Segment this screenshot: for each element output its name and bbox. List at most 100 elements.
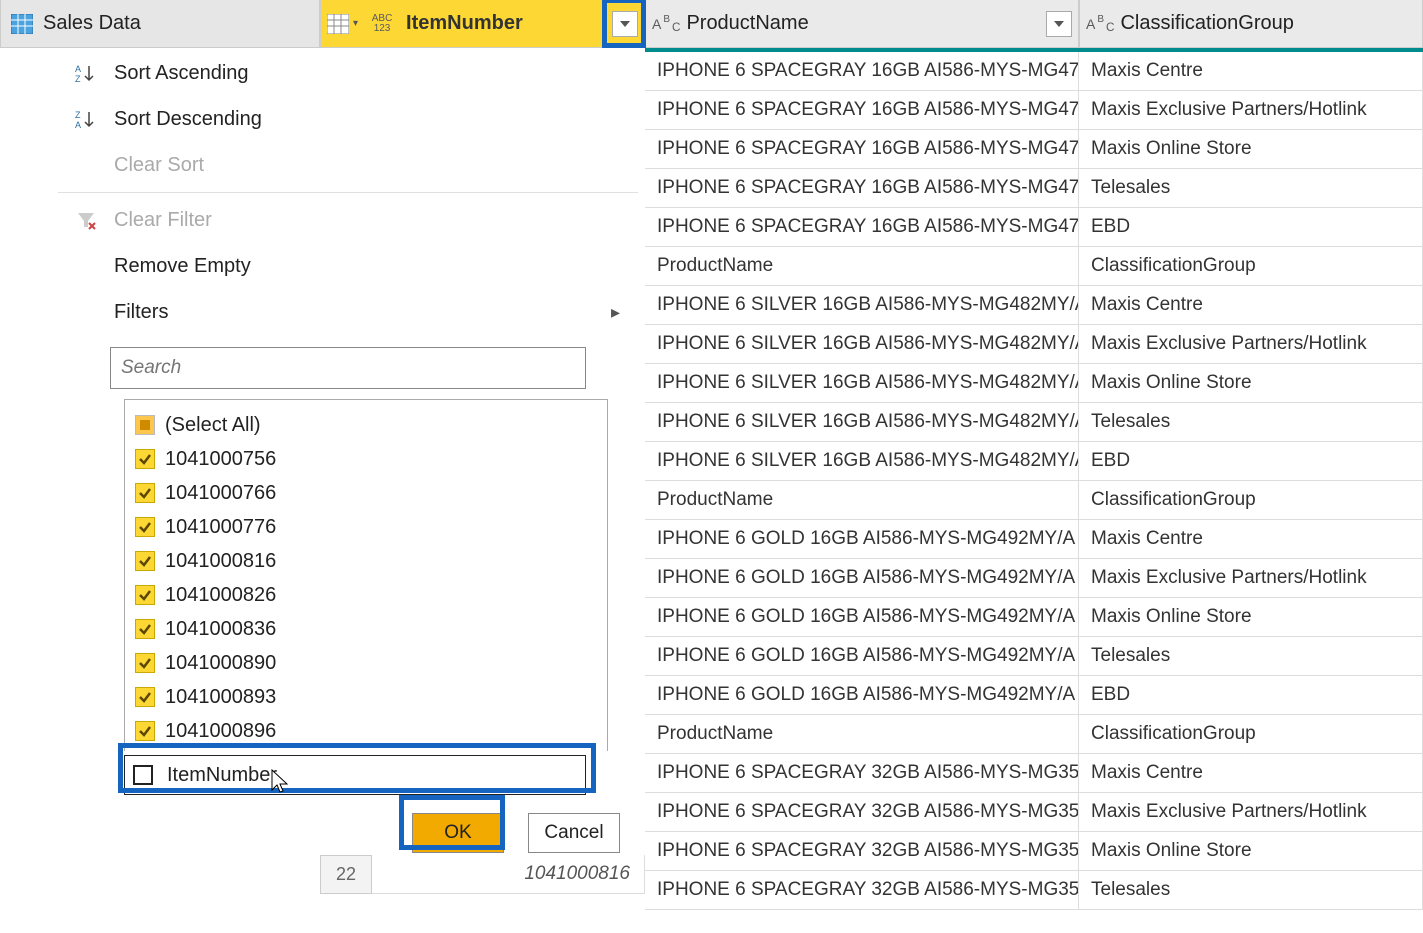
table-row[interactable]: IPHONE 6 SILVER 16GB AI586-MYS-MG482MY/A…: [645, 325, 1423, 364]
cell-classificationgroup[interactable]: ClassificationGroup: [1079, 715, 1423, 754]
checkbox-checked-icon[interactable]: [135, 585, 155, 605]
table-row[interactable]: IPHONE 6 SPACEGRAY 32GB AI586-MYS-MG352.…: [645, 754, 1423, 793]
cell-productname[interactable]: ProductName: [645, 247, 1079, 286]
checkbox-checked-icon[interactable]: [135, 449, 155, 469]
cell-classificationgroup[interactable]: Maxis Exclusive Partners/Hotlink: [1079, 793, 1423, 832]
cell-classificationgroup[interactable]: ClassificationGroup: [1079, 481, 1423, 520]
table-row[interactable]: ProductNameClassificationGroup: [645, 481, 1423, 520]
table-row[interactable]: IPHONE 6 SILVER 16GB AI586-MYS-MG482MY/A…: [645, 364, 1423, 403]
filter-value-row[interactable]: 1041000766: [135, 476, 607, 510]
cell-productname[interactable]: IPHONE 6 SPACEGRAY 32GB AI586-MYS-MG352.…: [645, 793, 1079, 832]
checkbox-checked-icon[interactable]: [135, 653, 155, 673]
cell-productname[interactable]: IPHONE 6 SPACEGRAY 16GB AI586-MYS-MG472.…: [645, 91, 1079, 130]
search-input[interactable]: [121, 357, 585, 379]
filter-dropdown-button[interactable]: [612, 11, 638, 37]
row-item-cell[interactable]: 1041000816: [372, 855, 645, 894]
table-row[interactable]: IPHONE 6 GOLD 16GB AI586-MYS-MG492MY/AMa…: [645, 598, 1423, 637]
table-row[interactable]: IPHONE 6 SPACEGRAY 16GB AI586-MYS-MG472.…: [645, 130, 1423, 169]
cell-productname[interactable]: IPHONE 6 SILVER 16GB AI586-MYS-MG482MY/A: [645, 364, 1079, 403]
table-row[interactable]: IPHONE 6 SPACEGRAY 16GB AI586-MYS-MG472.…: [645, 91, 1423, 130]
cell-productname[interactable]: IPHONE 6 SILVER 16GB AI586-MYS-MG482MY/A: [645, 325, 1079, 364]
cancel-button[interactable]: Cancel: [528, 813, 620, 853]
cell-productname[interactable]: ProductName: [645, 481, 1079, 520]
filter-dropdown-button[interactable]: [1046, 11, 1072, 37]
filter-value-row[interactable]: 1041000826: [135, 578, 607, 612]
cell-classificationgroup[interactable]: Maxis Exclusive Partners/Hotlink: [1079, 559, 1423, 598]
table-row[interactable]: IPHONE 6 GOLD 16GB AI586-MYS-MG492MY/AMa…: [645, 559, 1423, 598]
cell-classificationgroup[interactable]: Telesales: [1079, 871, 1423, 910]
cell-classificationgroup[interactable]: EBD: [1079, 676, 1423, 715]
cell-classificationgroup[interactable]: Maxis Online Store: [1079, 364, 1423, 403]
table-row[interactable]: IPHONE 6 SPACEGRAY 16GB AI586-MYS-MG472.…: [645, 169, 1423, 208]
cell-classificationgroup[interactable]: Telesales: [1079, 169, 1423, 208]
search-box[interactable]: [110, 347, 586, 389]
filter-value-row[interactable]: 1041000893: [135, 680, 607, 714]
table-row[interactable]: IPHONE 6 SILVER 16GB AI586-MYS-MG482MY/A…: [645, 403, 1423, 442]
cell-productname[interactable]: IPHONE 6 SILVER 16GB AI586-MYS-MG482MY/A: [645, 442, 1079, 481]
cell-productname[interactable]: IPHONE 6 GOLD 16GB AI586-MYS-MG492MY/A: [645, 559, 1079, 598]
cell-classificationgroup[interactable]: EBD: [1079, 208, 1423, 247]
table-row[interactable]: IPHONE 6 GOLD 16GB AI586-MYS-MG492MY/AMa…: [645, 520, 1423, 559]
sort-ascending-item[interactable]: AZ Sort Ascending: [58, 50, 638, 96]
checkbox-unchecked-icon[interactable]: [133, 765, 153, 785]
filter-value-row[interactable]: 1041000896: [135, 714, 607, 748]
query-name-header[interactable]: Sales Data: [0, 0, 320, 48]
filter-value-row[interactable]: 1041000776: [135, 510, 607, 544]
cell-productname[interactable]: IPHONE 6 GOLD 16GB AI586-MYS-MG492MY/A: [645, 598, 1079, 637]
table-row[interactable]: IPHONE 6 SPACEGRAY 32GB AI586-MYS-MG352.…: [645, 793, 1423, 832]
checkbox-partial-icon[interactable]: [135, 415, 155, 435]
cell-productname[interactable]: IPHONE 6 SPACEGRAY 16GB AI586-MYS-MG472.…: [645, 169, 1079, 208]
cell-productname[interactable]: IPHONE 6 SPACEGRAY 32GB AI586-MYS-MG352.…: [645, 754, 1079, 793]
cell-classificationgroup[interactable]: Maxis Online Store: [1079, 832, 1423, 871]
filters-submenu-item[interactable]: Filters ▸: [58, 289, 638, 335]
row-number-cell[interactable]: 22: [320, 855, 372, 894]
cell-productname[interactable]: IPHONE 6 SILVER 16GB AI586-MYS-MG482MY/A: [645, 286, 1079, 325]
sort-descending-item[interactable]: ZA Sort Descending: [58, 96, 638, 142]
cell-classificationgroup[interactable]: Maxis Centre: [1079, 754, 1423, 793]
cell-classificationgroup[interactable]: Maxis Exclusive Partners/Hotlink: [1079, 325, 1423, 364]
cell-productname[interactable]: IPHONE 6 GOLD 16GB AI586-MYS-MG492MY/A: [645, 520, 1079, 559]
checkbox-checked-icon[interactable]: [135, 721, 155, 741]
checkbox-checked-icon[interactable]: [135, 687, 155, 707]
checkbox-checked-icon[interactable]: [135, 551, 155, 571]
filter-values-list[interactable]: (Select All)1041000756104100076610410007…: [125, 400, 607, 751]
filter-value-row[interactable]: 1041000756: [135, 442, 607, 476]
cell-classificationgroup[interactable]: Maxis Online Store: [1079, 598, 1423, 637]
table-row[interactable]: IPHONE 6 GOLD 16GB AI586-MYS-MG492MY/ATe…: [645, 637, 1423, 676]
table-row[interactable]: IPHONE 6 SPACEGRAY 16GB AI586-MYS-MG472.…: [645, 52, 1423, 91]
table-row[interactable]: IPHONE 6 SPACEGRAY 32GB AI586-MYS-MG352.…: [645, 871, 1423, 910]
column-header-classificationgroup[interactable]: ABC ClassificationGroup: [1079, 0, 1423, 48]
remove-empty-item[interactable]: Remove Empty: [58, 243, 638, 289]
checkbox-checked-icon[interactable]: [135, 483, 155, 503]
dropdown-icon[interactable]: ▾: [353, 18, 358, 29]
cell-classificationgroup[interactable]: EBD: [1079, 442, 1423, 481]
table-row[interactable]: IPHONE 6 SILVER 16GB AI586-MYS-MG482MY/A…: [645, 442, 1423, 481]
checkbox-checked-icon[interactable]: [135, 619, 155, 639]
filter-value-row[interactable]: 1041000816: [135, 544, 607, 578]
cell-productname[interactable]: IPHONE 6 GOLD 16GB AI586-MYS-MG492MY/A: [645, 637, 1079, 676]
cell-productname[interactable]: IPHONE 6 GOLD 16GB AI586-MYS-MG492MY/A: [645, 676, 1079, 715]
table-row[interactable]: IPHONE 6 SPACEGRAY 32GB AI586-MYS-MG352.…: [645, 832, 1423, 871]
table-row[interactable]: IPHONE 6 GOLD 16GB AI586-MYS-MG492MY/AEB…: [645, 676, 1423, 715]
column-header-itemnumber[interactable]: ▾ ABC123 ItemNumber: [320, 0, 645, 48]
cell-classificationgroup[interactable]: ClassificationGroup: [1079, 247, 1423, 286]
cell-productname[interactable]: IPHONE 6 SPACEGRAY 16GB AI586-MYS-MG472.…: [645, 208, 1079, 247]
cell-classificationgroup[interactable]: Telesales: [1079, 403, 1423, 442]
cell-classificationgroup[interactable]: Telesales: [1079, 637, 1423, 676]
table-row[interactable]: ProductNameClassificationGroup: [645, 247, 1423, 286]
cell-productname[interactable]: ProductName: [645, 715, 1079, 754]
cell-classificationgroup[interactable]: Maxis Online Store: [1079, 130, 1423, 169]
filter-value-row[interactable]: (Select All): [135, 408, 607, 442]
ok-button[interactable]: OK: [412, 813, 504, 853]
checkbox-checked-icon[interactable]: [135, 517, 155, 537]
filter-value-row[interactable]: 1041000836: [135, 612, 607, 646]
table-row[interactable]: ProductNameClassificationGroup: [645, 715, 1423, 754]
cell-productname[interactable]: IPHONE 6 SPACEGRAY 32GB AI586-MYS-MG352.…: [645, 832, 1079, 871]
cell-classificationgroup[interactable]: Maxis Centre: [1079, 52, 1423, 91]
cell-classificationgroup[interactable]: Maxis Centre: [1079, 520, 1423, 559]
cell-productname[interactable]: IPHONE 6 SILVER 16GB AI586-MYS-MG482MY/A: [645, 403, 1079, 442]
cell-productname[interactable]: IPHONE 6 SPACEGRAY 16GB AI586-MYS-MG472.…: [645, 130, 1079, 169]
cell-productname[interactable]: IPHONE 6 SPACEGRAY 16GB AI586-MYS-MG472.…: [645, 52, 1079, 91]
table-row[interactable]: IPHONE 6 SPACEGRAY 16GB AI586-MYS-MG472.…: [645, 208, 1423, 247]
column-header-productname[interactable]: ABC ProductName: [645, 0, 1079, 48]
